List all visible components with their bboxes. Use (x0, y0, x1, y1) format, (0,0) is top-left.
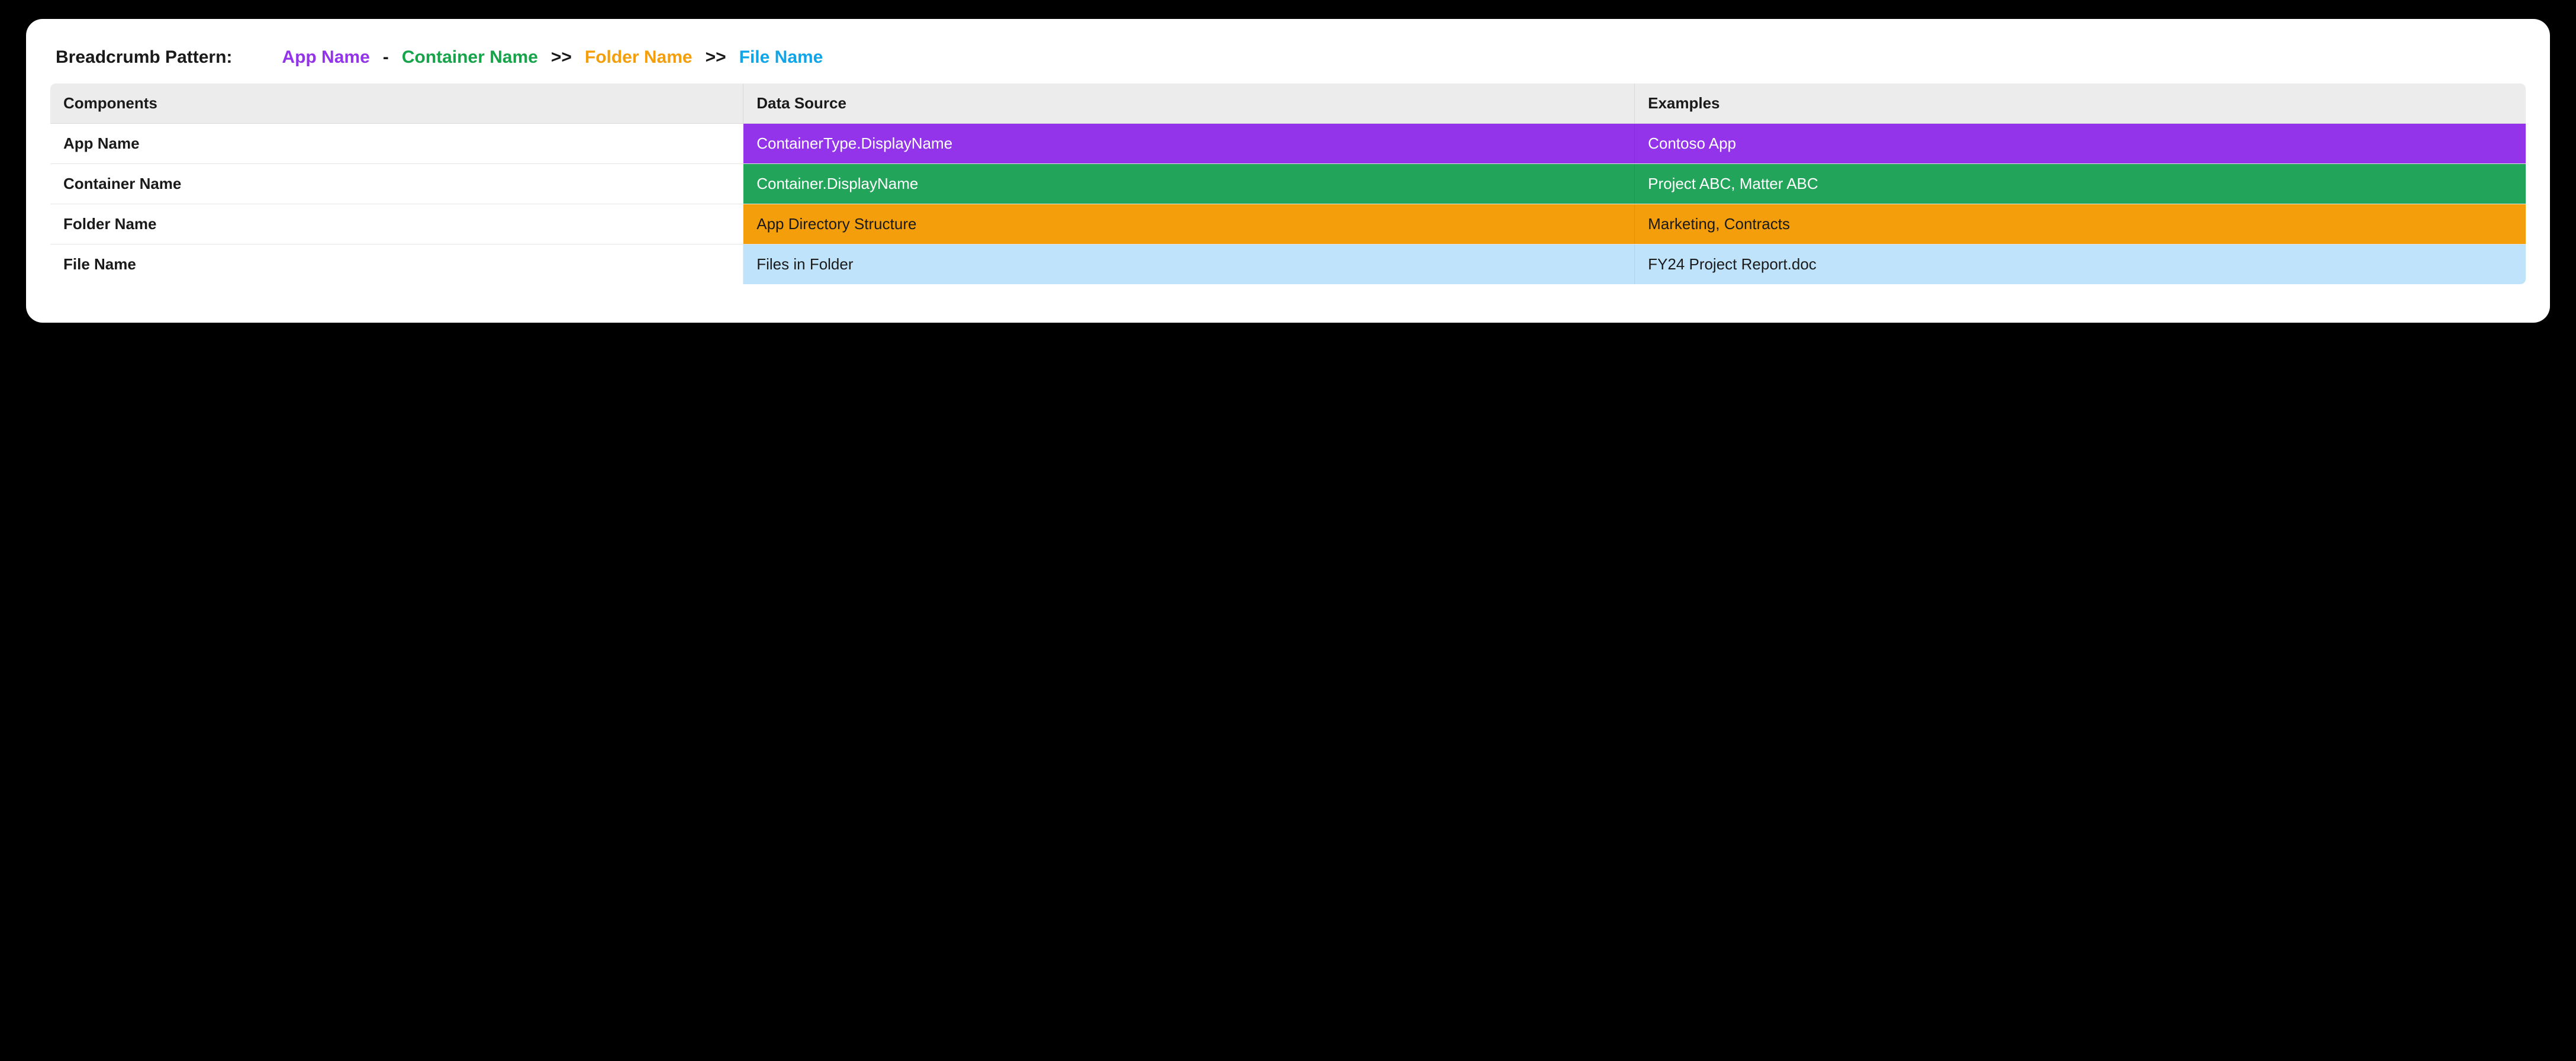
table-row-app: App Name ContainerType.DisplayName Conto… (50, 124, 2526, 164)
header-examples: Examples (1635, 83, 2526, 124)
cell-datasource-file: Files in Folder (743, 245, 1635, 285)
pattern-segment-folder: Folder Name (585, 47, 693, 67)
table-row-folder: Folder Name App Directory Structure Mark… (50, 204, 2526, 245)
breadcrumb-pattern-card: Breadcrumb Pattern: App Name - Container… (26, 19, 2550, 323)
pattern-separator-dash: - (383, 47, 389, 67)
header-components: Components (50, 83, 743, 124)
pattern-separator-chevron-1: >> (551, 47, 572, 67)
cell-datasource-folder: App Directory Structure (743, 204, 1635, 245)
breadcrumb-pattern-row: Breadcrumb Pattern: App Name - Container… (50, 47, 2526, 83)
cell-datasource-app: ContainerType.DisplayName (743, 124, 1635, 164)
pattern-separator-chevron-2: >> (706, 47, 726, 67)
cell-component-container: Container Name (50, 164, 743, 204)
header-data-source: Data Source (743, 83, 1635, 124)
breadcrumb-components-table: Components Data Source Examples App Name… (50, 83, 2526, 285)
cell-component-folder: Folder Name (50, 204, 743, 245)
cell-example-app: Contoso App (1635, 124, 2526, 164)
pattern-segment-file: File Name (739, 47, 823, 67)
table-row-file: File Name Files in Folder FY24 Project R… (50, 245, 2526, 285)
pattern-label: Breadcrumb Pattern: (56, 47, 232, 67)
cell-example-container: Project ABC, Matter ABC (1635, 164, 2526, 204)
pattern-segment-app: App Name (282, 47, 369, 67)
table-header-row: Components Data Source Examples (50, 83, 2526, 124)
cell-example-folder: Marketing, Contracts (1635, 204, 2526, 245)
cell-example-file: FY24 Project Report.doc (1635, 245, 2526, 285)
cell-datasource-container: Container.DisplayName (743, 164, 1635, 204)
table-row-container: Container Name Container.DisplayName Pro… (50, 164, 2526, 204)
cell-component-app: App Name (50, 124, 743, 164)
cell-component-file: File Name (50, 245, 743, 285)
pattern-segment-container: Container Name (402, 47, 538, 67)
